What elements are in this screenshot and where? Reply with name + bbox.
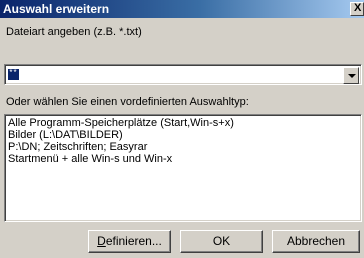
close-button[interactable]: X: [350, 2, 364, 16]
combobox-dropdown-button[interactable]: [343, 67, 359, 84]
chevron-down-icon: [348, 74, 356, 78]
list-item[interactable]: P:\DN; Zeitschriften; Easyrar: [8, 141, 147, 153]
close-icon: X: [354, 2, 362, 14]
predefined-listbox[interactable]: Alle Programm-Speicherplätze (Start,Win-…: [4, 114, 362, 222]
cancel-label: Abbrechen: [286, 234, 346, 248]
filetype-label: Dateiart angeben (z.B. *.txt): [6, 26, 142, 38]
define-label: efinieren...: [105, 234, 162, 248]
list-item[interactable]: Startmenü + alle Win-s und Win-x: [8, 153, 172, 165]
filetype-combobox-value: **: [8, 69, 19, 80]
title-bar[interactable]: Auswahl erweitern X: [0, 0, 364, 18]
window-title: Auswahl erweitern: [3, 2, 110, 16]
list-item[interactable]: Bilder (L:\DAT\BILDER): [8, 129, 123, 141]
ok-label: OK: [212, 234, 231, 248]
filetype-combobox[interactable]: **: [4, 64, 362, 85]
cancel-button[interactable]: Abbrechen: [272, 230, 360, 253]
list-item[interactable]: Alle Programm-Speicherplätze (Start,Win-…: [8, 117, 234, 129]
define-button[interactable]: Definieren...: [88, 230, 171, 253]
ok-button[interactable]: OK: [180, 230, 263, 253]
define-accelerator: D: [97, 234, 106, 248]
predefined-label: Oder wählen Sie einen vordefinierten Aus…: [6, 96, 249, 108]
